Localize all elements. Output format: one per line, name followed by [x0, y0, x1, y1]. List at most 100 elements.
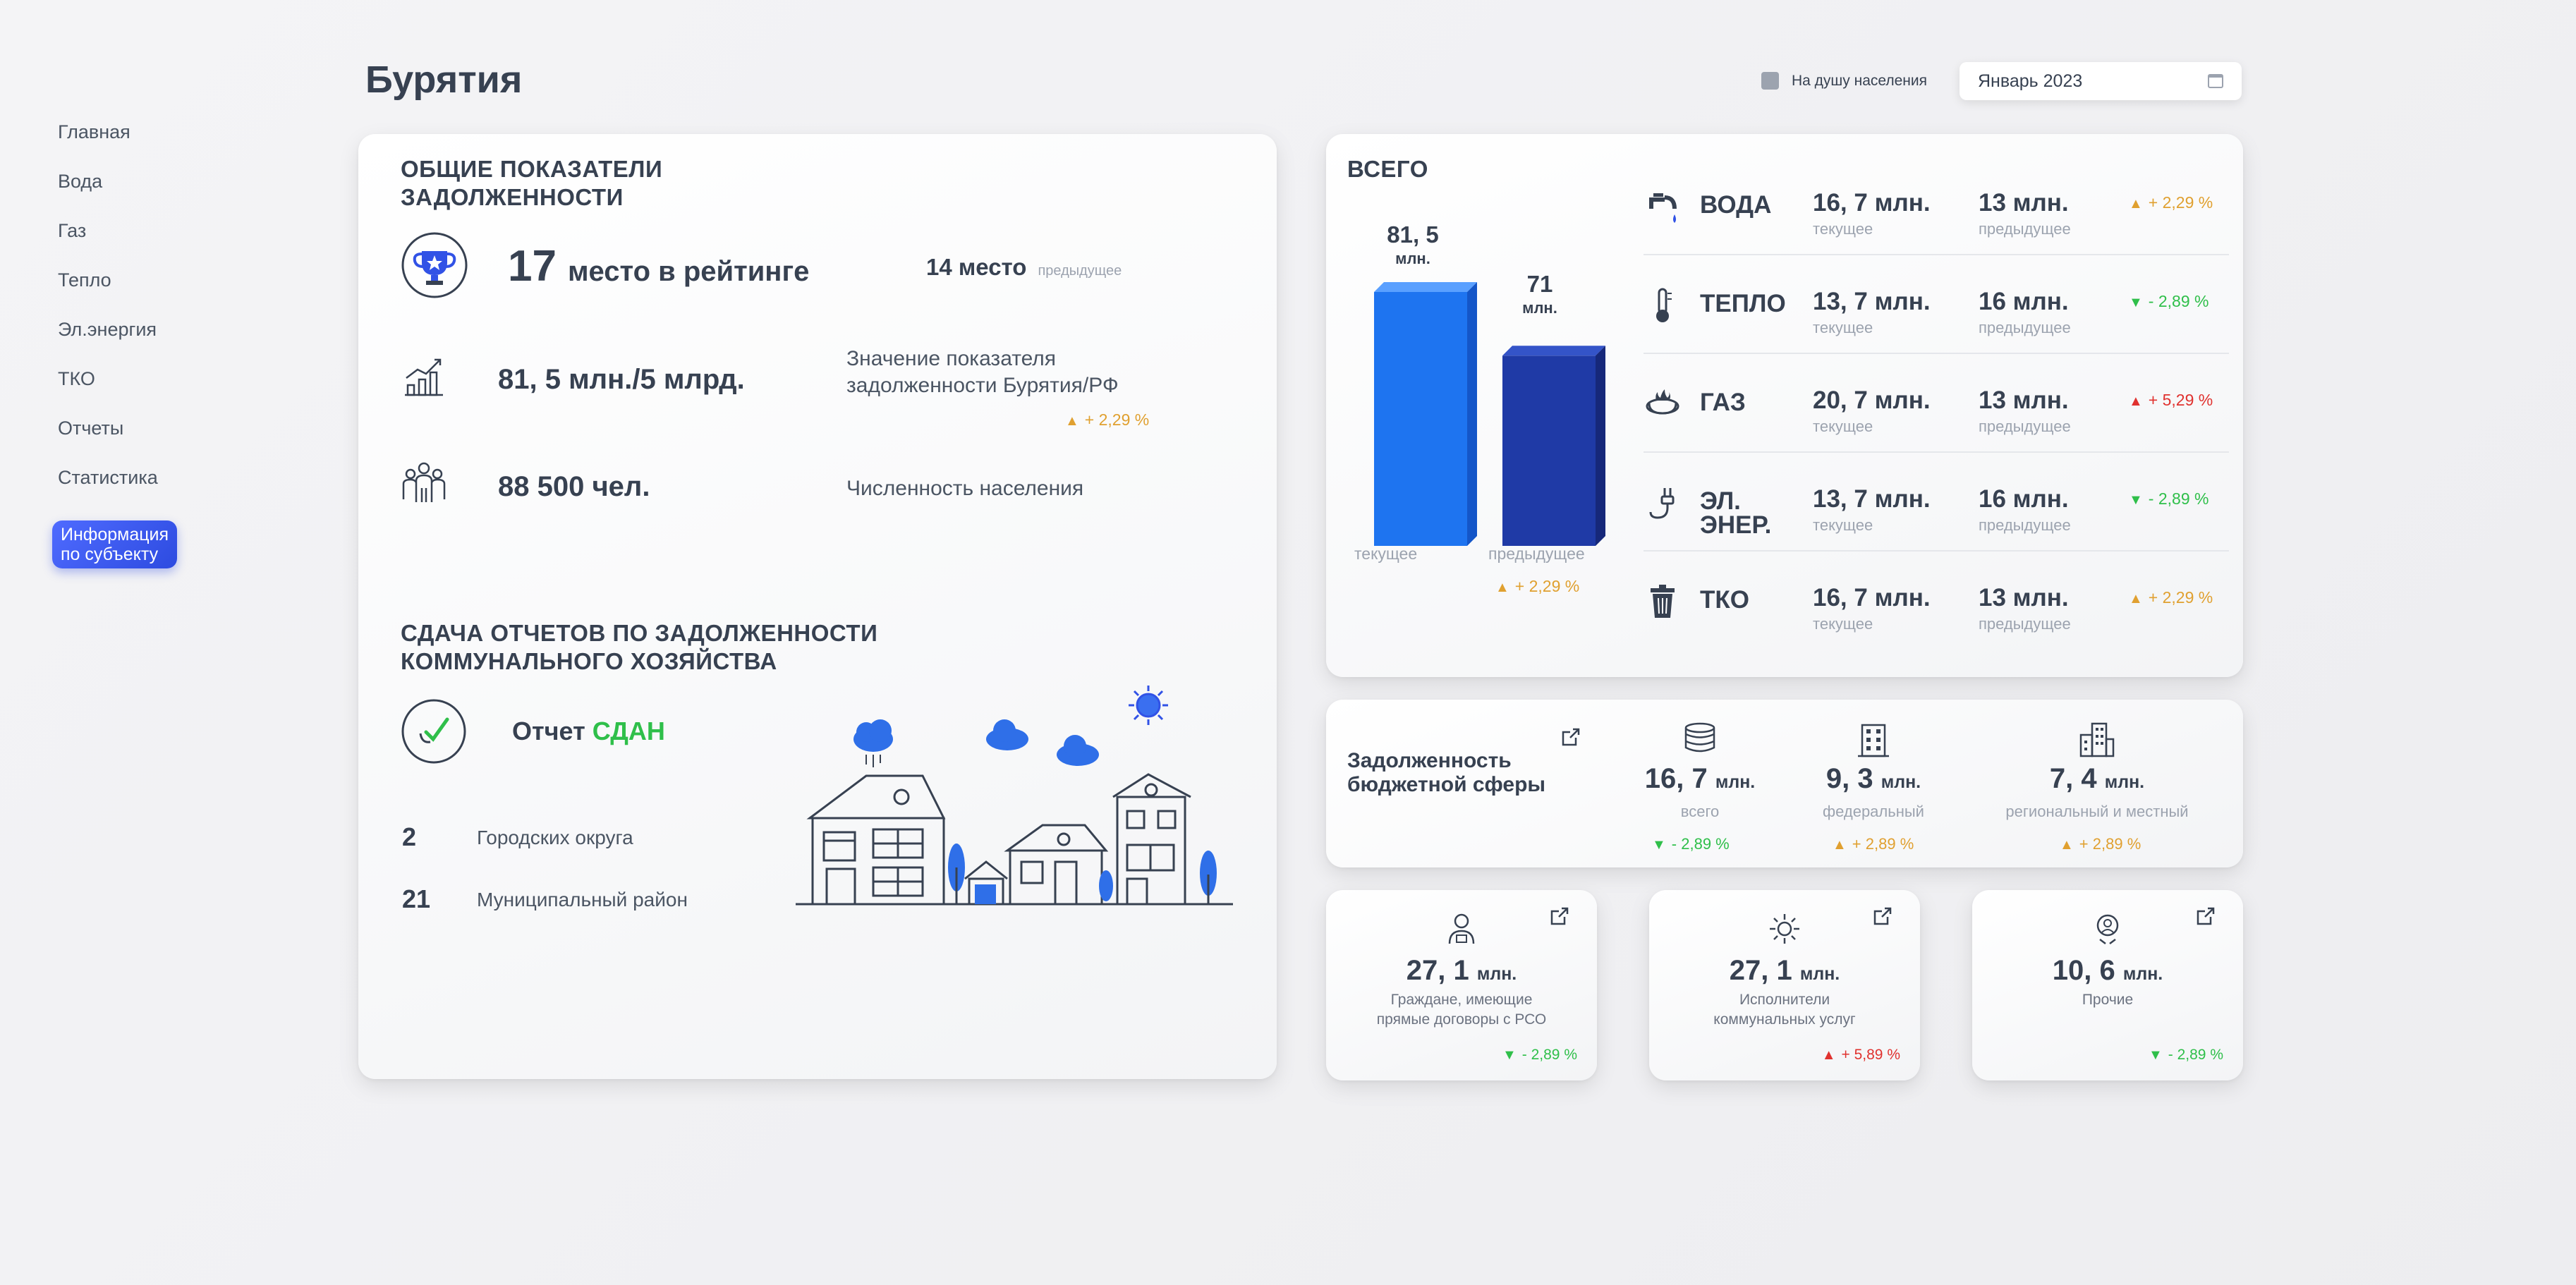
category-label: Прочие [2082, 992, 2134, 1008]
row-divider [1644, 451, 2229, 453]
toggle-label: На душу населения [1792, 72, 1928, 89]
up-triangle-icon: ▲ [2129, 196, 2143, 212]
utility-previous-label: предыдущее [1979, 220, 2071, 238]
external-link-icon[interactable] [1872, 906, 1893, 927]
calendar-icon[interactable] [2208, 74, 2223, 88]
nav-item-gas[interactable]: Газ [58, 220, 86, 242]
row-divider [1644, 353, 2229, 354]
person-pin-icon [2090, 911, 2125, 946]
utility-current-label: текущее [1813, 516, 1873, 534]
bar-previous [1502, 355, 1596, 546]
plug-icon [1644, 484, 1682, 522]
rank-block: 17 место в рейтинге [508, 241, 809, 291]
utility-change-value: - 2,89 % [2148, 489, 2209, 508]
nav-item-home[interactable]: Главная [58, 121, 130, 143]
rank-text: место в рейтинге [567, 256, 810, 287]
nav-item-statistics[interactable]: Статистика [58, 467, 158, 489]
up-triangle-icon: ▲ [2129, 591, 2143, 607]
utility-previous-label: предыдущее [1979, 516, 2071, 534]
utility-change: ▼ - 2,89 % [2129, 292, 2209, 311]
category-change: ▼ - 2,89 % [1502, 1047, 1577, 1064]
nav-item-reports[interactable]: Отчеты [58, 418, 123, 439]
category-change: ▼ - 2,89 % [2149, 1047, 2223, 1064]
category-value: 27, 1 млн. [1649, 955, 1920, 987]
nav-item-tko[interactable]: ТКО [58, 368, 95, 390]
row-divider [1644, 550, 2229, 552]
category-change-value: + 5,89 % [1841, 1047, 1900, 1063]
bar-previous-side [1596, 346, 1605, 546]
utility-previous-value: 13 млн. [1979, 189, 2069, 217]
category-change: ▲ + 5,89 % [1822, 1047, 1900, 1064]
down-triangle-icon: ▼ [1502, 1047, 1517, 1063]
category-value-number: 27, 1 [1406, 955, 1469, 986]
up-triangle-icon: ▲ [2060, 837, 2074, 853]
bar-current-label: текущее [1354, 544, 1418, 563]
date-picker[interactable]: Январь 2023 [1960, 62, 2242, 100]
utility-change-value: + 2,29 % [2148, 193, 2213, 212]
utility-row-water[interactable]: ВОДА 16, 7 млн. текущее 13 млн. предыдущее ▲ +… [1644, 176, 2229, 274]
per-capita-toggle[interactable]: На душу населения [1761, 72, 1927, 90]
nav-item-subject-info[interactable]: Информация по субъекту [52, 520, 178, 568]
utility-previous-label: предыдущее [1979, 418, 2071, 435]
faucet-icon [1644, 188, 1682, 226]
utility-previous-value: 16 млн. [1979, 485, 2069, 513]
category-change-value: - 2,89 % [2168, 1047, 2223, 1063]
population-value: 88 500 чел. [498, 471, 650, 502]
gas-burner-icon [1644, 385, 1682, 423]
trash-bin-icon [1644, 583, 1682, 621]
nav-item-water[interactable]: Вода [58, 171, 102, 193]
utility-previous-value: 16 млн. [1979, 288, 2069, 315]
utility-row-electricity[interactable]: ЭЛ. ЭНЕР. 13, 7 млн. текущее 16 млн. предыду… [1644, 473, 2229, 570]
utility-row-heat[interactable]: ТЕПЛО 13, 7 млн. текущее 16 млн. предыдущее ▼… [1644, 275, 2229, 372]
budget-federal-change: ▲ + 2,89 % [1833, 835, 1914, 853]
budget-total-value: 16, 7 млн. [1644, 763, 1756, 794]
utility-row-tko[interactable]: ТКО 16, 7 млн. текущее 13 млн. предыдущее ▲ + … [1644, 571, 2229, 669]
report-status-prefix: Отчет [512, 717, 585, 745]
citizen-icon [1444, 911, 1479, 946]
external-link-icon[interactable] [1549, 906, 1570, 927]
utility-current-value: 20, 7 млн. [1813, 386, 1931, 414]
utility-previous-value: 13 млн. [1979, 584, 2069, 611]
budget-total-change: ▼ - 2,89 % [1652, 835, 1730, 853]
thermometer-icon [1644, 286, 1682, 324]
nav-item-electricity[interactable]: Эл.энергия [58, 319, 157, 341]
category-card-others[interactable]: 10, 6 млн. Прочие ▼ - 2,89 % [1972, 890, 2243, 1080]
budget-title: Задолженность бюджетной сферы [1347, 749, 1546, 796]
category-label: Исполнители коммунальных услуг [1713, 992, 1856, 1028]
utility-previous-label: предыдущее [1979, 319, 2071, 336]
down-triangle-icon: ▼ [2129, 295, 2143, 310]
utility-name: ТЕПЛО [1700, 290, 1786, 317]
up-triangle-icon: ▲ [2129, 394, 2143, 409]
bar-current [1374, 292, 1467, 546]
utility-current-label: текущее [1813, 319, 1873, 336]
checkbox[interactable] [1761, 72, 1779, 90]
budget-regional-value: 7, 4 млн. [2049, 763, 2145, 794]
category-card-citizens[interactable]: 27, 1 млн. Граждане, имеющие прямые догов… [1326, 890, 1597, 1080]
utility-change-value: + 2,29 % [2148, 588, 2213, 607]
down-triangle-icon: ▼ [1652, 837, 1666, 853]
ratio-description: Значение показателя задолженности Буряти… [846, 347, 1119, 397]
nav-item-heat[interactable]: Тепло [58, 269, 111, 291]
service-provider-icon [1767, 911, 1802, 946]
bar-current-side [1467, 282, 1477, 546]
bar-current-unit: млн. [1395, 250, 1430, 267]
utility-name: ГАЗ [1700, 389, 1746, 416]
utility-row-gas[interactable]: ГАЗ 20, 7 млн. текущее 13 млн. предыдущее ▲ + … [1644, 374, 2229, 471]
category-value-number: 10, 6 [2052, 955, 2115, 986]
category-value-unit: млн. [1799, 964, 1840, 984]
budget-federal-value: 9, 3 млн. [1825, 763, 1921, 794]
utility-change: ▲ + 2,29 % [2129, 193, 2213, 212]
ratio-value: 81, 5 млн./5 млрд. [498, 364, 745, 395]
external-link-icon[interactable] [1560, 726, 1581, 748]
category-card-contractors[interactable]: 27, 1 млн. Исполнители коммунальных услуг… [1649, 890, 1920, 1080]
rank-number: 17 [508, 242, 557, 291]
budget-regional-label: региональный и местный [2005, 803, 2189, 820]
total-title: ВСЕГО [1347, 156, 1428, 182]
total-bar-chart [1374, 282, 1605, 546]
growth-chart-icon [405, 358, 443, 396]
up-triangle-icon: ▲ [1833, 837, 1847, 853]
utility-current-label: текущее [1813, 615, 1873, 633]
prev-rank: 14 место [926, 254, 1027, 280]
external-link-icon[interactable] [2195, 906, 2216, 927]
utility-name: ТКО [1700, 586, 1749, 614]
